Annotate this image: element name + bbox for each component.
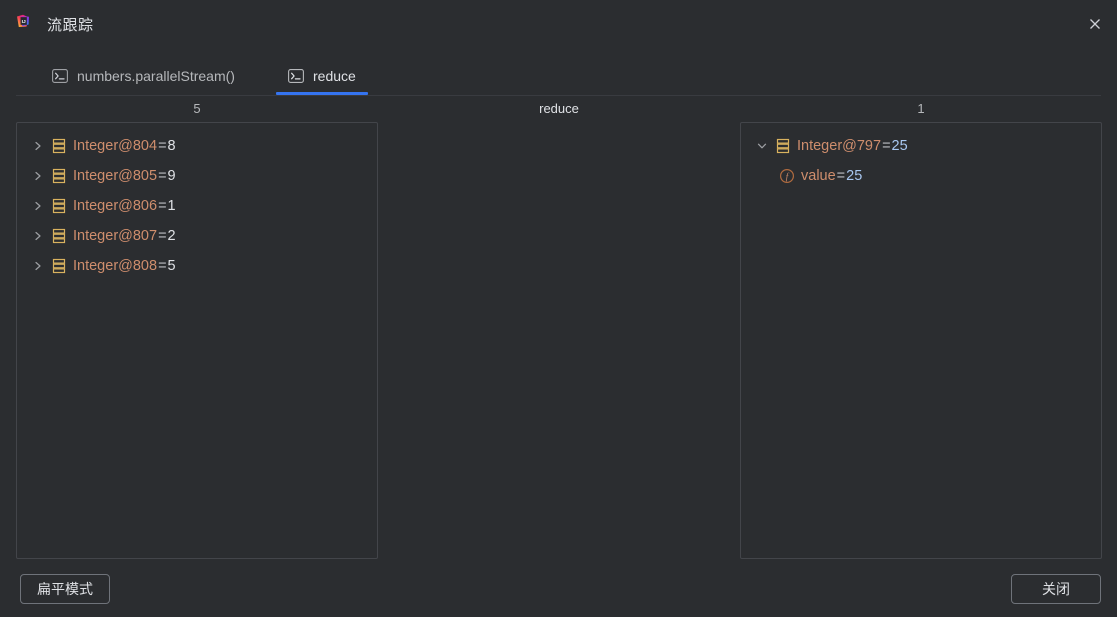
tree-row[interactable]: Integer@805=9 [17, 161, 377, 191]
column-header-left: 5 [193, 101, 201, 116]
field-value: 25 [846, 168, 863, 184]
svg-text:IJ: IJ [22, 19, 26, 25]
result-values-tree: Integer@797=25 f value=25 [741, 123, 1101, 191]
object-value: 25 [891, 138, 908, 154]
console-icon [288, 68, 304, 83]
flat-mode-button[interactable]: 扁平模式 [20, 574, 110, 604]
window-close-icon[interactable] [1077, 6, 1113, 42]
tree-row[interactable]: Integer@807=2 [17, 221, 377, 251]
object-value: 9 [167, 168, 176, 184]
object-value: 2 [167, 228, 176, 244]
column-header-right: 1 [917, 101, 925, 116]
object-name: Integer@807 [73, 228, 158, 244]
tree-row[interactable]: f value=25 [741, 161, 1101, 191]
active-tab-indicator [276, 92, 368, 95]
tab-bar: numbers.parallelStream() reduce [0, 56, 1117, 96]
object-value: 8 [167, 138, 176, 154]
object-instance-icon [49, 168, 69, 184]
equals-sign: = [158, 138, 167, 154]
object-value: 5 [167, 258, 176, 274]
object-name: Integer@808 [73, 258, 158, 274]
chevron-right-icon[interactable] [27, 231, 49, 241]
equals-sign: = [158, 198, 167, 214]
equals-sign: = [158, 228, 167, 244]
equals-sign: = [158, 258, 167, 274]
close-button[interactable]: 关闭 [1011, 574, 1101, 604]
chevron-right-icon[interactable] [27, 141, 49, 151]
tab-label: reduce [313, 67, 356, 84]
object-instance-icon [773, 138, 793, 154]
intellij-idea-logo-icon: IJ [15, 14, 35, 34]
object-name: Integer@797 [797, 138, 882, 154]
equals-sign: = [158, 168, 167, 184]
chevron-right-icon[interactable] [27, 171, 49, 181]
field-name: value [801, 168, 836, 184]
column-header-middle: reduce [539, 101, 579, 116]
tab-bar-divider [16, 95, 1101, 96]
chevron-down-icon[interactable] [751, 141, 773, 151]
tree-row[interactable]: Integer@804=8 [17, 131, 377, 161]
tab-label: numbers.parallelStream() [77, 67, 235, 84]
object-instance-icon [49, 258, 69, 274]
tab-numbers-parallelstream[interactable]: numbers.parallelStream() [40, 56, 247, 95]
equals-sign: = [882, 138, 891, 154]
chevron-right-icon[interactable] [27, 201, 49, 211]
field-icon: f [777, 168, 797, 184]
chevron-right-icon[interactable] [27, 261, 49, 271]
object-instance-icon [49, 198, 69, 214]
object-name: Integer@806 [73, 198, 158, 214]
console-icon [52, 68, 68, 83]
tree-row[interactable]: Integer@806=1 [17, 191, 377, 221]
result-values-panel[interactable]: Integer@797=25 f value=25 [740, 122, 1102, 559]
object-instance-icon [49, 228, 69, 244]
equals-sign: = [836, 168, 846, 184]
object-name: Integer@805 [73, 168, 158, 184]
object-value: 1 [167, 198, 176, 214]
tab-reduce[interactable]: reduce [276, 56, 368, 95]
tree-row[interactable]: Integer@797=25 [741, 131, 1101, 161]
tree-row[interactable]: Integer@808=5 [17, 251, 377, 281]
window-title: 流跟踪 [47, 17, 94, 34]
object-instance-icon [49, 138, 69, 154]
source-values-panel[interactable]: Integer@804=8 Integer@805=9 Integer@806=… [16, 122, 378, 559]
operation-middle-area [378, 122, 740, 559]
svg-text:f: f [786, 171, 790, 181]
window-title-bar: IJ 流跟踪 [0, 0, 1117, 48]
source-values-tree: Integer@804=8 Integer@805=9 Integer@806=… [17, 123, 377, 281]
object-name: Integer@804 [73, 138, 158, 154]
